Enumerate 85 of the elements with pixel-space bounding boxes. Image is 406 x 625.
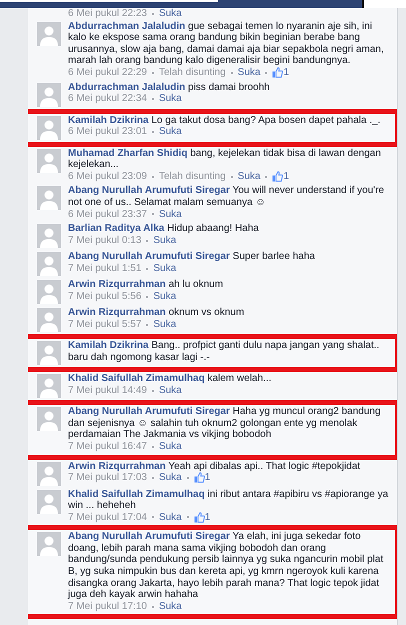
avatar-icon[interactable]: [37, 252, 61, 276]
edited-label: Telah disunting: [158, 66, 226, 79]
comment-text: Kamilah Dzikrina Bang.. profpict ganti dulu napa jangan yang shalat.. baru dah ngomong kasar lagi -.-: [68, 340, 380, 364]
author-link[interactable]: Kamilah Dzikrina: [68, 340, 149, 352]
like-link[interactable]: Suka: [238, 66, 260, 79]
like-link[interactable]: Suka: [158, 93, 182, 105]
comment-text: Arwin Rizqurrahman oknum vs oknum: [68, 307, 246, 319]
comment-time: 7 Mei pukul 14:49: [68, 384, 147, 396]
comment-text: Khalid Saifullah Zimamulhaq kalem welah...: [68, 373, 272, 385]
like-count: 1: [283, 66, 290, 79]
like-link[interactable]: Suka: [158, 440, 182, 452]
comment-time: 6 Mei pukul 22:23: [68, 8, 147, 20]
author-link[interactable]: Abang Nurullah Arumufuti Siregar: [68, 251, 230, 262]
like-link[interactable]: Suka: [153, 234, 176, 246]
author-link[interactable]: Abang Nurullah Arumufuti Siregar: [68, 531, 230, 542]
comment-time: 6 Mei pukul 23:37: [68, 208, 147, 220]
avatar-icon[interactable]: [37, 22, 61, 46]
avatar-icon[interactable]: [37, 341, 61, 366]
edited-label: Telah disunting: [158, 170, 226, 182]
avatar-icon[interactable]: [37, 308, 61, 332]
like-link[interactable]: Suka: [153, 262, 176, 274]
like-count: 1: [283, 170, 290, 182]
comment-text: Barlian Raditya Alka Hidup abaang! Haha: [68, 223, 260, 235]
avatar-icon[interactable]: [37, 116, 61, 140]
avatar-icon[interactable]: [37, 407, 61, 432]
like-link[interactable]: Suka: [238, 170, 260, 182]
author-link[interactable]: Muhamad Zharfan Shidiq: [68, 148, 188, 159]
avatar-icon[interactable]: [37, 82, 61, 107]
comment-time: 7 Mei pukul 17:10: [68, 600, 147, 612]
comment-text: Abang Nurullah Arumufuti Siregar Haha yg muncul orang2 bandung dan sejenisnya ☺ salahin tuh oknum2 golongan ente yg menolak perdamaian The Jakmania vs vikjing bobodoh: [68, 406, 382, 441]
comment-time: 6 Mei pukul 22:29: [68, 66, 147, 79]
like-link[interactable]: Suka: [158, 384, 182, 396]
like-count: 1: [204, 512, 210, 524]
comment-time: 7 Mei pukul 1:51: [68, 262, 142, 274]
avatar-icon[interactable]: [37, 374, 61, 398]
comment-text: Abang Nurullah Arumufuti Siregar Super barlee haha: [68, 251, 316, 263]
author-link[interactable]: Arwin Rizqurrahman: [68, 460, 166, 472]
comment-text: Abdurrachman Jalaludin gue sebagai temen lo nyaranin aje sih, ini kalo ke ekspose sama orang bandung bikin beginian berabe bang urusannya, slow aja bang, damai damai aja biar sepakbola negri aman, marah lah orang bandung kalo digeneralisir begini bandungnya.: [68, 20, 385, 67]
comment-time: 6 Mei pukul 23:01: [68, 126, 147, 138]
author-link[interactable]: Abang Nurullah Arumufuti Siregar: [68, 185, 230, 196]
like-link[interactable]: Suka: [153, 290, 176, 302]
thumbs-up-icon: [194, 512, 205, 523]
comment-text: Kamilah Dzikrina Lo ga takut dosa bang? Apa bosen dapet pahala ._.: [68, 114, 382, 126]
avatar-icon[interactable]: [37, 224, 61, 248]
comment-time: 7 Mei pukul 0:13: [68, 234, 142, 246]
comment-text: Muhamad Zharfan Shidiq bang, kejelekan tidak bisa di lawan dengan kejelekan...: [68, 148, 382, 171]
comment-time: 7 Mei pukul 5:56: [68, 290, 142, 302]
comment-time: 7 Mei pukul 17:03: [68, 472, 147, 484]
avatar-icon[interactable]: [37, 490, 61, 514]
thumbs-up-icon: [194, 472, 205, 484]
author-link[interactable]: Arwin Rizqurrahman: [68, 279, 166, 290]
avatar-icon[interactable]: [37, 532, 61, 556]
comment-text: Abang Nurullah Arumufuti Siregar You will never understand if you're not one of us.. Selamat malam semuanya ☺: [68, 185, 386, 209]
author-link[interactable]: Abang Nurullah Arumufuti Siregar: [68, 406, 230, 418]
comment-text: Arwin Rizqurrahman Yeah api dibalas api.. That logic #tepokjidat: [68, 460, 362, 472]
comment-time: 6 Mei pukul 22:34: [68, 93, 147, 105]
thumbs-up-icon: [272, 171, 284, 182]
author-link[interactable]: Abdurrachman Jalaludin: [68, 20, 186, 32]
author-link[interactable]: Kamilah Dzikrina: [68, 114, 149, 126]
like-link[interactable]: Suka: [158, 512, 182, 524]
like-link[interactable]: Suka: [153, 318, 176, 330]
avatar-icon[interactable]: [37, 186, 61, 210]
thumbs-up-icon: [272, 67, 284, 78]
like-count: 1: [204, 472, 210, 484]
comment-time: 7 Mei pukul 5:57: [68, 318, 142, 330]
comment-text: Abdurrachman Jalaludin piss damai broohh: [68, 82, 271, 94]
author-link[interactable]: Arwin Rizqurrahman: [68, 307, 166, 318]
author-link[interactable]: Barlian Raditya Alka: [68, 223, 164, 234]
comment-time: 7 Mei pukul 16:47: [68, 440, 147, 452]
like-link[interactable]: Suka: [158, 8, 182, 20]
comment-text: Arwin Rizqurrahman ah lu oknum: [68, 279, 224, 291]
avatar-icon[interactable]: [37, 148, 61, 173]
avatar-icon[interactable]: [37, 462, 61, 486]
author-link[interactable]: Khalid Saifullah Zimamulhaq: [68, 373, 205, 384]
comment-time: 7 Mei pukul 17:04: [68, 512, 147, 524]
comment-text: Abang Nurullah Arumufuti Siregar Ya elah, ini juga sekedar foto doang, lebih parah mana sama vikjing bobodoh dan orang bandung/sunda pendukung persib lainnya yg suka ngancurin mobil plat B, yg suka nimpukin bus dan kereta api, yg kmrn ngeroyok kuli karena disangka orang Jakarta, hayo lebih parah mana? That logic tepok jidat juga deh kayak arwin hahaha: [68, 531, 384, 601]
author-link[interactable]: Khalid Saifullah Zimamulhaq: [68, 488, 205, 500]
like-link[interactable]: Suka: [158, 472, 182, 484]
author-link[interactable]: Abdurrachman Jalaludin: [68, 82, 186, 93]
like-link[interactable]: Suka: [158, 126, 182, 138]
like-link[interactable]: Suka: [158, 600, 182, 612]
avatar-icon[interactable]: [37, 280, 61, 304]
comment-time: 6 Mei pukul 23:09: [68, 170, 147, 182]
comment-text: Khalid Saifullah Zimamulhaq ini ribut antara #apibiru vs #apiorange ya win ... heheheh: [68, 488, 390, 512]
like-link[interactable]: Suka: [158, 208, 182, 220]
